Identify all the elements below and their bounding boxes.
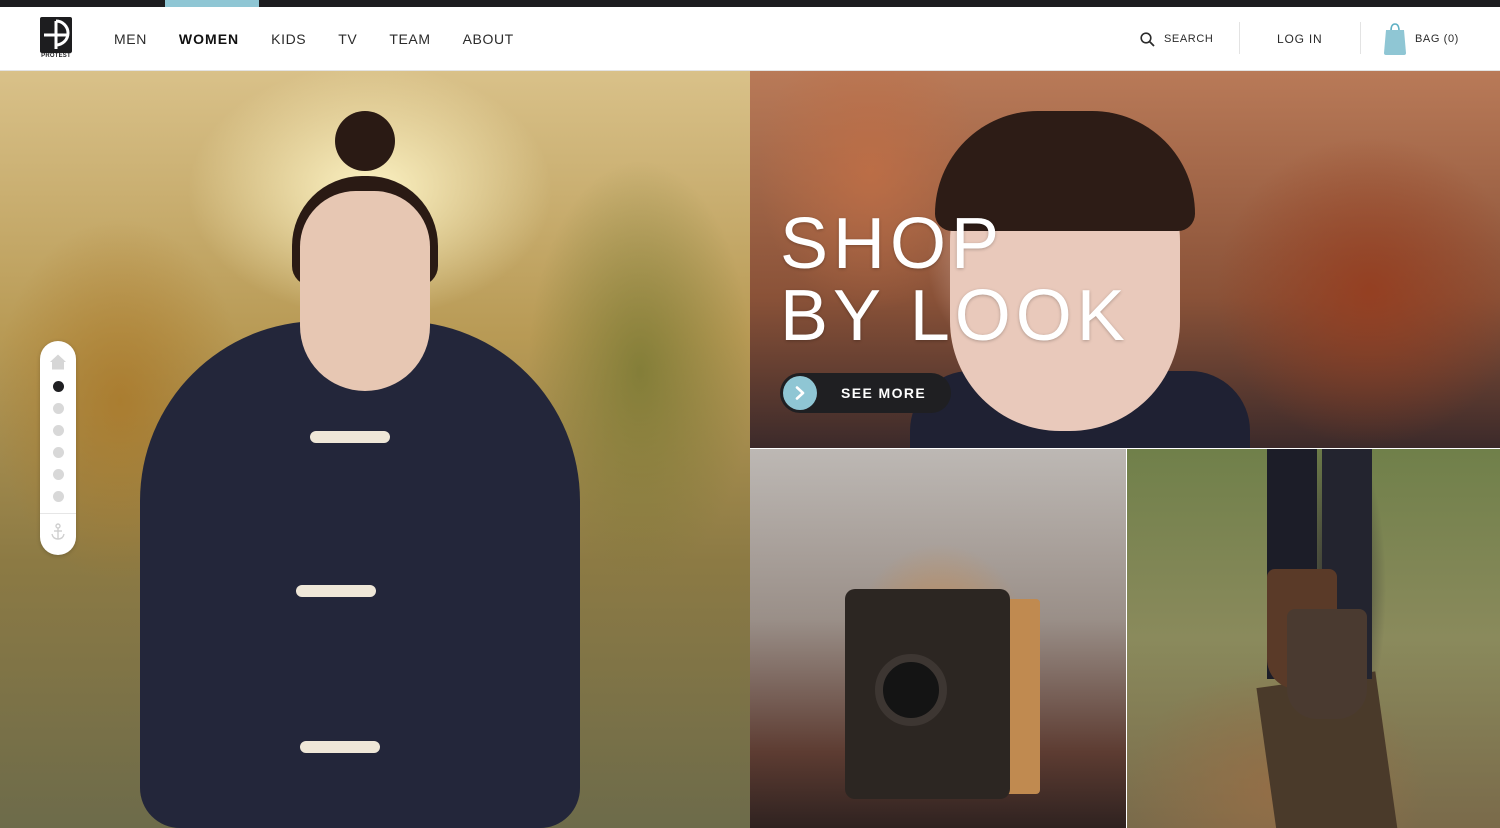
search-label: SEARCH — [1164, 33, 1214, 45]
section-navigator — [40, 341, 76, 555]
see-more-label: SEE MORE — [841, 385, 927, 401]
bag-button[interactable]: BAG (0) — [1384, 7, 1459, 71]
logo-mark-icon — [40, 17, 72, 53]
nav-item-tv[interactable]: TV — [338, 31, 357, 47]
site-header: PROTEST MEN WOMEN KIDS TV TEAM ABOUT SEA… — [0, 7, 1500, 71]
see-more-button[interactable]: SEE MORE — [780, 373, 951, 413]
section-dot[interactable] — [53, 469, 64, 480]
section-dot[interactable] — [53, 491, 64, 502]
section-dot[interactable] — [53, 425, 64, 436]
section-dot[interactable] — [53, 447, 64, 458]
tile-photo-camera[interactable] — [750, 449, 1126, 828]
nav-item-men[interactable]: MEN — [114, 31, 147, 47]
photo-boot — [1287, 609, 1367, 719]
header-divider — [1360, 22, 1361, 54]
photo-toggle — [310, 431, 390, 443]
active-section-marker — [165, 0, 259, 7]
shopping-bag-icon — [1384, 23, 1406, 55]
nav-item-kids[interactable]: KIDS — [271, 31, 306, 47]
navigator-divider — [40, 513, 76, 514]
search-button[interactable]: SEARCH — [1140, 7, 1213, 71]
nav-item-about[interactable]: ABOUT — [463, 31, 514, 47]
bag-label: BAG (0) — [1415, 33, 1459, 45]
search-icon — [1140, 31, 1155, 47]
home-icon[interactable] — [49, 353, 67, 371]
top-strip — [0, 0, 1500, 7]
login-link[interactable]: LOG IN — [1277, 7, 1322, 71]
section-dot[interactable] — [53, 403, 64, 414]
logo-text: PROTEST — [41, 53, 71, 59]
photo-face — [300, 191, 430, 391]
nav-item-team[interactable]: TEAM — [389, 31, 430, 47]
section-dot[interactable] — [53, 381, 64, 392]
brand-logo[interactable]: PROTEST — [40, 17, 72, 61]
main-nav: MEN WOMEN KIDS TV TEAM ABOUT — [114, 7, 546, 71]
photo-hair-bun — [335, 111, 395, 171]
hero-title-line: SHOP — [780, 204, 1005, 284]
chevron-right-icon — [783, 376, 817, 410]
tile-photo-boots[interactable] — [1127, 449, 1500, 828]
hero-title-line: BY LOOK — [780, 276, 1130, 356]
nav-item-women[interactable]: WOMEN — [179, 31, 239, 47]
photo-toggle — [300, 741, 380, 753]
featured-photo-women-coat[interactable] — [0, 71, 750, 828]
photo-toggle — [296, 585, 376, 597]
photo-camera-lens — [875, 654, 947, 726]
header-divider — [1239, 22, 1240, 54]
anchor-icon[interactable] — [50, 523, 66, 541]
hero-title: SHOP BY LOOK — [780, 208, 1130, 352]
